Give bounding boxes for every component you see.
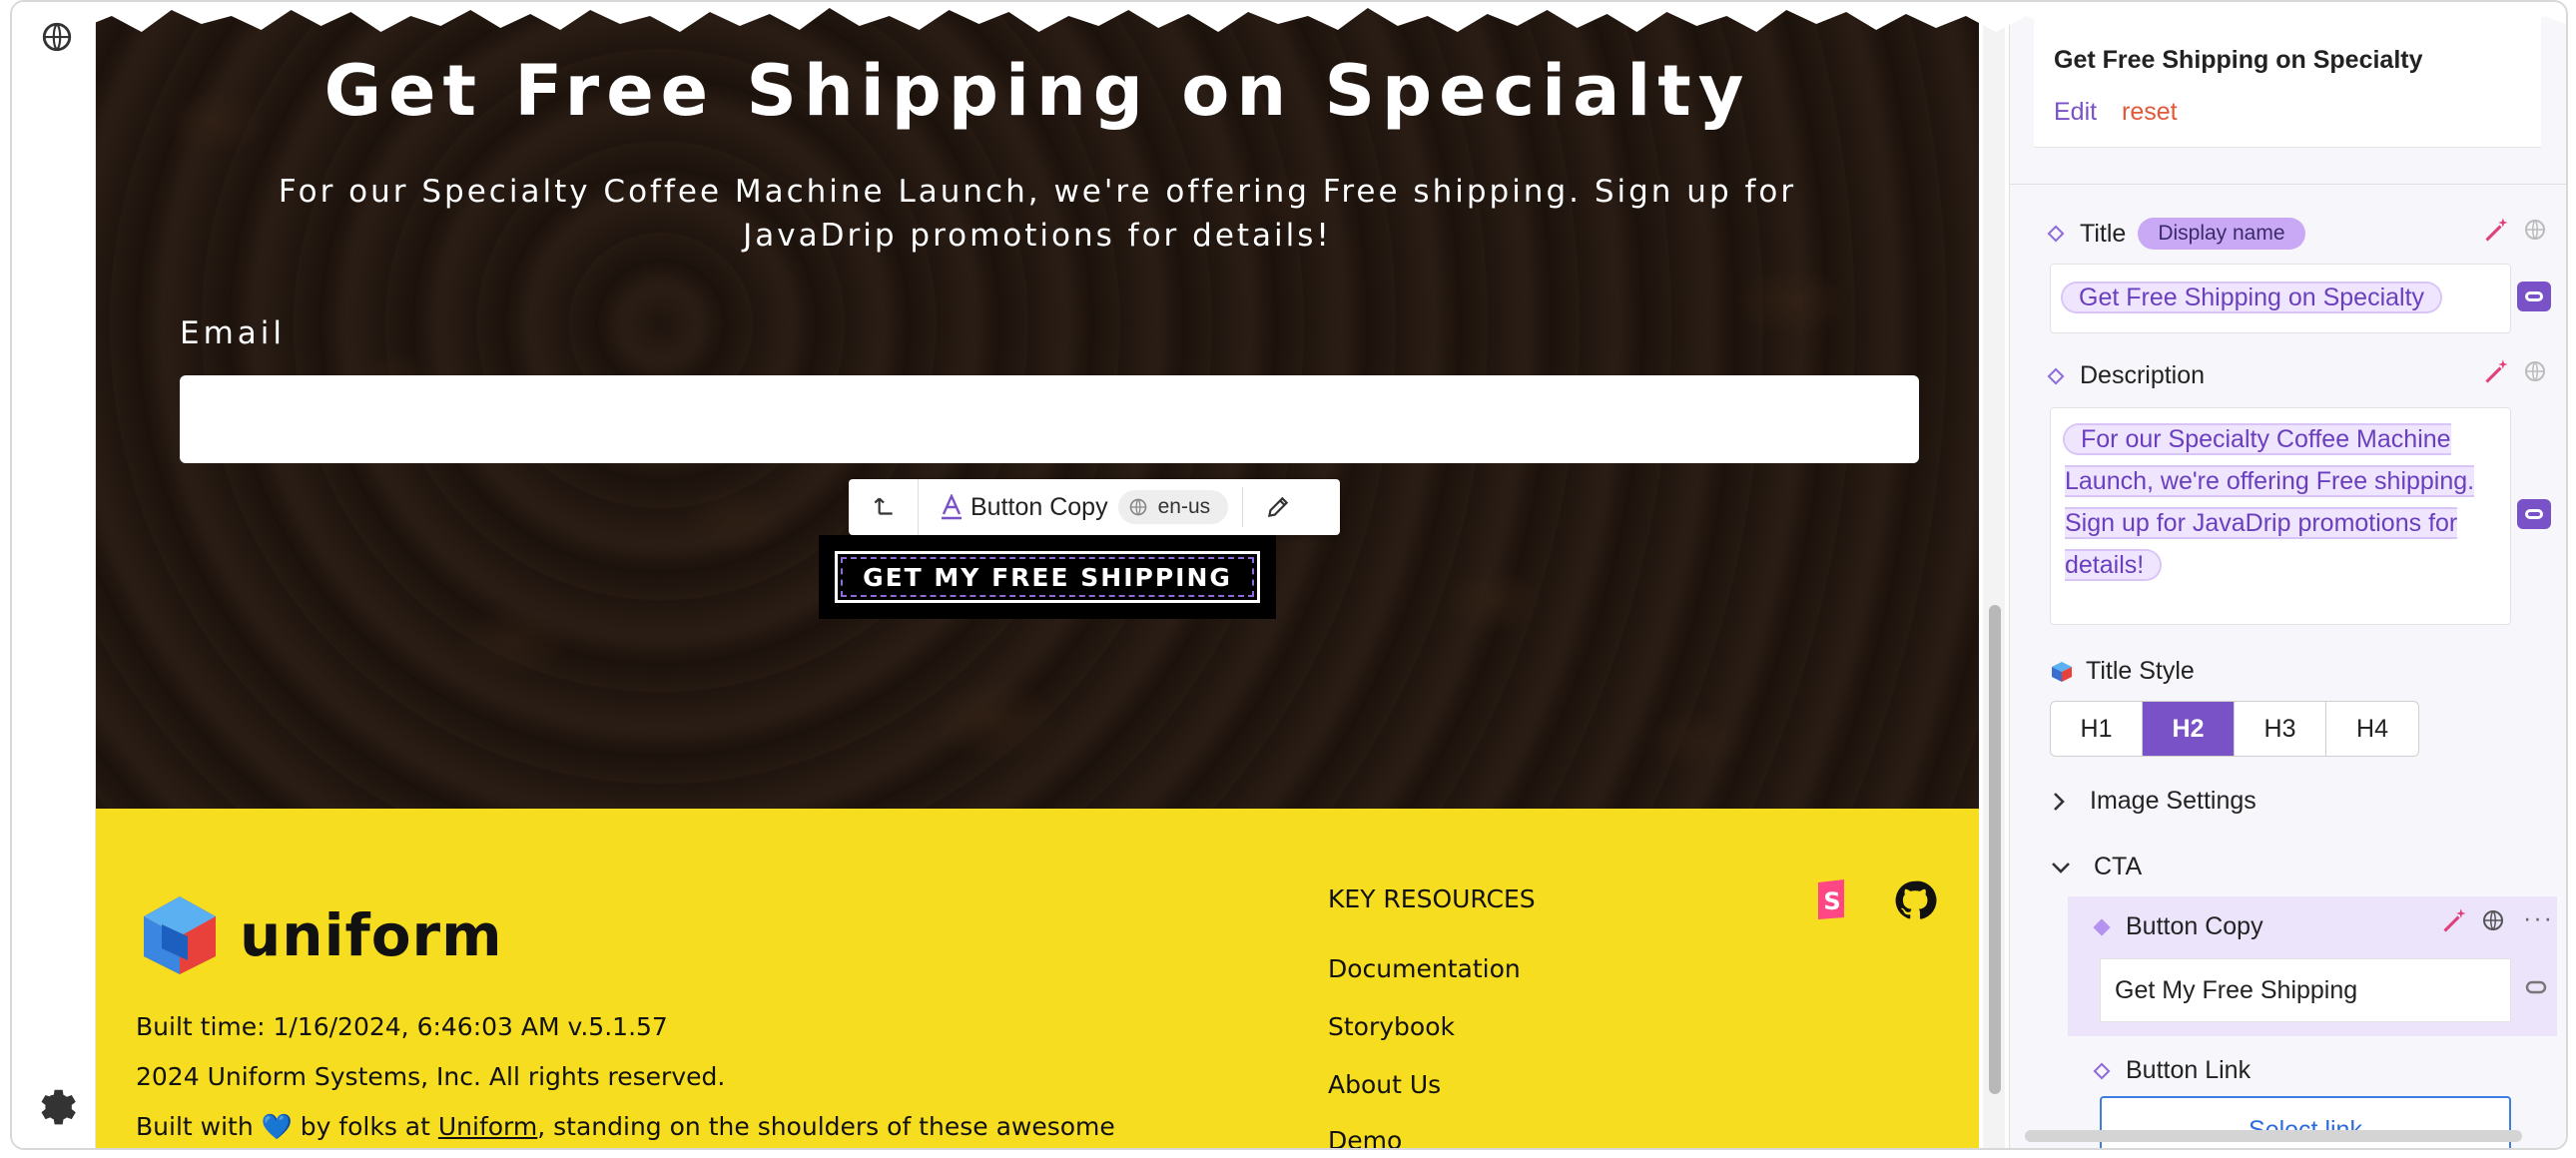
display-name-badge: Display name (2138, 218, 2305, 250)
description-bound-value: For our Specialty Coffee Machine Launch,… (2065, 425, 2475, 579)
title-style-h2[interactable]: H2 (2143, 702, 2235, 756)
edit-link[interactable]: Edit (2054, 98, 2097, 127)
copyright-text: 2024 Uniform Systems, Inc. All rights re… (136, 1062, 726, 1091)
title-style-h4[interactable]: H4 (2326, 702, 2418, 756)
chevron-right-icon (2054, 792, 2065, 811)
locale-text: en-us (1157, 495, 1211, 518)
title-style-header: Title Style (2050, 657, 2195, 686)
ai-wand-icon[interactable] (2483, 216, 2511, 244)
title-field-input[interactable]: Get Free Shipping on Specialty (2050, 264, 2511, 333)
component-label-text: Button Copy (970, 492, 1108, 521)
localize-globe-icon[interactable] (2481, 908, 2505, 932)
title-style-label: Title Style (2086, 657, 2195, 685)
link-icon[interactable] (2525, 980, 2547, 994)
arrow-up-left-icon (874, 497, 893, 515)
built-with-text: Built with 💙 by folks at Uniform, standi… (136, 1112, 1115, 1142)
image-settings-group[interactable]: Image Settings (2050, 787, 2256, 816)
panel-divider (2010, 184, 2566, 185)
cta-button[interactable]: GET MY FREE SHIPPING (835, 551, 1260, 603)
slot-cube-icon (2052, 661, 2072, 682)
brand-logo[interactable]: uniform (142, 894, 503, 976)
built-with-suffix: , standing on the shoulders of these awe… (537, 1112, 1115, 1141)
brand-name: uniform (240, 901, 503, 969)
uniform-logo-icon (144, 896, 216, 974)
title-style-h1[interactable]: H1 (2051, 702, 2143, 756)
cta-selection-frame: GET MY FREE SHIPPING (819, 535, 1276, 619)
image-settings-label: Image Settings (2090, 787, 2256, 815)
description-field-input[interactable]: For our Specialty Coffee Machine Launch,… (2050, 407, 2511, 625)
component-title: Get Free Shipping on Specialty (2054, 46, 2423, 74)
email-input[interactable] (180, 375, 1919, 463)
button-link-header: Button Link (2093, 1056, 2252, 1085)
resource-link-documentation[interactable]: Documentation (1328, 954, 1521, 983)
title-style-selector: H1 H2 H3 H4 (2050, 701, 2419, 757)
title-field-label: Title (2080, 219, 2127, 248)
github-icon[interactable] (1893, 878, 1937, 922)
site-footer: uniform Built time: 1/16/2024, 6:46:03 A… (96, 809, 1979, 1148)
edit-button[interactable] (1243, 479, 1313, 535)
description-link-button[interactable] (2517, 499, 2551, 529)
field-diamond-icon (2047, 367, 2065, 384)
properties-panel: Get Free Shipping on Specialty Edit rese… (2009, 2, 2566, 1148)
resource-link-storybook[interactable]: Storybook (1328, 1012, 1455, 1041)
button-copy-label: Button Copy (2126, 912, 2263, 940)
localize-globe-icon[interactable] (2523, 359, 2547, 383)
component-type-label: Button Copy (919, 479, 1118, 535)
globe-icon[interactable] (40, 20, 74, 54)
canvas-scrollbar-thumb[interactable] (1989, 605, 2001, 1094)
hero-section: Get Free Shipping on Specialty For our S… (96, 2, 1979, 809)
cta-group-label: CTA (2094, 853, 2143, 880)
field-diamond-icon (2093, 1062, 2111, 1079)
resource-link-demo[interactable]: Demo (1328, 1126, 1402, 1148)
chevron-down-icon (2052, 862, 2070, 873)
preview-canvas: Get Free Shipping on Specialty For our S… (96, 2, 1979, 1148)
localize-globe-icon[interactable] (2523, 218, 2547, 242)
ai-wand-icon[interactable] (2483, 357, 2511, 385)
app-window: Get Free Shipping on Specialty For our S… (10, 0, 2568, 1150)
description-field-header: Description (2047, 361, 2206, 390)
panel-horizontal-scrollbar[interactable] (2025, 1130, 2522, 1142)
built-with-prefix: Built with 💙 by folks at (136, 1112, 438, 1141)
title-field-header: Title Display name (2047, 218, 2305, 250)
component-header: Get Free Shipping on Specialty Edit rese… (2034, 2, 2541, 148)
hero-title[interactable]: Get Free Shipping on Specialty (96, 50, 1979, 132)
cta-group[interactable]: CTA (2050, 853, 2142, 881)
uniform-link[interactable]: Uniform (438, 1112, 537, 1141)
component-toolbar: Button Copy en-us (849, 479, 1340, 535)
locale-globe-icon (1129, 498, 1146, 516)
title-bound-value: Get Free Shipping on Specialty (2063, 284, 2441, 311)
locale-badge[interactable]: en-us (1117, 490, 1229, 524)
pencil-icon (1268, 496, 1289, 518)
button-copy-input[interactable]: Get My Free Shipping (2100, 958, 2511, 1022)
button-copy-header: Button Copy (2093, 912, 2263, 941)
canvas-scrollbar[interactable] (1983, 2, 2005, 1148)
title-style-h3[interactable]: H3 (2235, 702, 2326, 756)
reset-link[interactable]: reset (2122, 98, 2178, 127)
svg-text:S: S (1823, 887, 1840, 915)
description-field-label: Description (2080, 361, 2206, 389)
resources-heading: KEY RESOURCES (1328, 884, 1536, 913)
button-link-label: Button Link (2126, 1056, 2252, 1084)
resource-link-about-us[interactable]: About Us (1328, 1070, 1441, 1099)
more-options-icon[interactable]: ··· (2523, 904, 2554, 933)
storybook-icon[interactable]: S (1815, 878, 1849, 920)
field-diamond-icon (2093, 918, 2111, 935)
title-link-button[interactable] (2517, 282, 2551, 311)
ai-wand-icon[interactable] (2441, 906, 2469, 934)
field-diamond-icon (2047, 225, 2065, 243)
left-rail (12, 2, 96, 1148)
email-label: Email (180, 315, 287, 351)
select-parent-button[interactable] (849, 479, 919, 535)
hero-description[interactable]: For our Specialty Coffee Machine Launch,… (236, 170, 1839, 258)
text-type-icon (942, 494, 962, 520)
built-time-text: Built time: 1/16/2024, 6:46:03 AM v.5.1.… (136, 1012, 668, 1041)
settings-gear-icon[interactable] (34, 1082, 78, 1126)
